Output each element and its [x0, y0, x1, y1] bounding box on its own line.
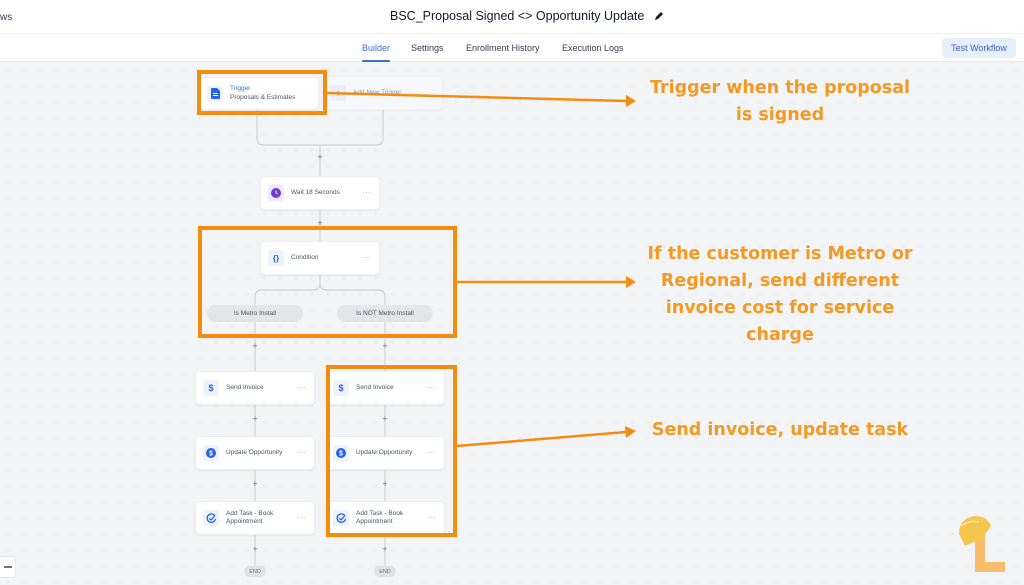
- step-more-menu[interactable]: ···: [298, 385, 307, 392]
- end-marker: END: [244, 566, 266, 577]
- add-task-label: Add Task - Book Appointment: [226, 509, 274, 525]
- add-step-button[interactable]: +: [250, 544, 260, 554]
- branch-is-not-metro-install[interactable]: Is NOT Metro Install: [337, 305, 433, 322]
- add-step-button[interactable]: +: [250, 341, 260, 351]
- end-marker: END: [374, 566, 396, 577]
- dollar-circle-icon: $: [333, 445, 349, 461]
- add-step-button[interactable]: +: [380, 341, 390, 351]
- svg-text:$: $: [209, 451, 213, 458]
- minus-icon: [3, 566, 12, 568]
- condition-node[interactable]: {} Condition ···: [260, 241, 380, 275]
- step-more-menu[interactable]: ···: [298, 450, 307, 457]
- step-more-menu[interactable]: ···: [428, 385, 437, 392]
- update-opportunity-node[interactable]: $ Update Opportunity ···: [195, 436, 315, 470]
- tab-settings[interactable]: Settings: [411, 43, 444, 53]
- tab-builder[interactable]: Builder: [362, 43, 391, 62]
- logo-icon: [959, 516, 1005, 572]
- add-step-button[interactable]: +: [250, 414, 260, 424]
- trigger-subtitle: Proposals & Estimates: [230, 93, 296, 101]
- wait-more-menu[interactable]: ···: [363, 190, 372, 197]
- dollar-icon: $: [203, 380, 219, 396]
- trigger-node[interactable]: Trigger Proposals & Estimates: [199, 77, 319, 110]
- send-invoice-node[interactable]: $ Send Invoice ···: [195, 371, 315, 405]
- send-invoice-node[interactable]: $ Send Invoice ···: [325, 371, 445, 405]
- dollar-circle-icon: $: [203, 445, 219, 461]
- task-check-icon: [333, 510, 349, 526]
- task-check-icon: [203, 510, 219, 526]
- add-new-trigger-node[interactable]: + Add New Trigger: [322, 76, 443, 110]
- condition-label: Condition: [291, 253, 319, 261]
- add-task-label: Add Task - Book Appointment: [356, 509, 404, 525]
- add-task-node[interactable]: Add Task - Book Appointment ···: [325, 501, 445, 535]
- add-step-button[interactable]: +: [380, 479, 390, 489]
- workflow-title: BSC_Proposal Signed <> Opportunity Updat…: [390, 9, 645, 23]
- trigger-label: Trigger Proposals & Estimates: [230, 85, 295, 102]
- dollar-icon: $: [333, 380, 349, 396]
- add-step-button[interactable]: +: [250, 479, 260, 489]
- tab-bar: Builder Settings Enrollment History Exec…: [0, 34, 1024, 62]
- annotation-condition: If the customer is Metro or Regional, se…: [647, 244, 913, 345]
- top-bar: ws BSC_Proposal Signed <> Opportunity Up…: [0, 0, 1024, 34]
- update-opportunity-label: Update Opportunity: [356, 448, 413, 456]
- update-opportunity-label: Update Opportunity: [226, 448, 283, 456]
- step-more-menu[interactable]: ···: [298, 515, 307, 522]
- update-opportunity-node[interactable]: $ Update Opportunity ···: [325, 436, 445, 470]
- braces-icon: {}: [268, 250, 284, 266]
- wait-label: Wait 18 Seconds: [291, 188, 340, 196]
- tab-enrollment-history[interactable]: Enrollment History: [466, 43, 540, 53]
- add-step-button[interactable]: +: [315, 152, 325, 162]
- add-new-trigger-label: Add New Trigger: [353, 88, 402, 96]
- annotation-actions: Send invoice, update task: [651, 420, 909, 440]
- pencil-icon[interactable]: [654, 11, 664, 21]
- condition-more-menu[interactable]: ···: [363, 255, 372, 262]
- plus-icon: +: [330, 85, 346, 101]
- zoom-out-button[interactable]: [0, 556, 16, 578]
- add-step-button[interactable]: +: [380, 414, 390, 424]
- annotation-trigger: Trigger when the proposal is signed: [649, 78, 911, 125]
- back-to-workflows-link[interactable]: ws: [0, 12, 12, 23]
- workflow-title-group: BSC_Proposal Signed <> Opportunity Updat…: [390, 9, 664, 23]
- trigger-title: Trigger: [230, 85, 251, 93]
- svg-text:$: $: [339, 451, 343, 458]
- send-invoice-label: Send Invoice: [226, 383, 264, 391]
- add-task-node[interactable]: Add Task - Book Appointment ···: [195, 501, 315, 535]
- step-more-menu[interactable]: ···: [428, 450, 437, 457]
- document-icon: [207, 85, 223, 102]
- clock-icon: [268, 185, 284, 201]
- step-more-menu[interactable]: ···: [428, 515, 437, 522]
- add-step-button[interactable]: +: [315, 218, 325, 228]
- tab-execution-logs[interactable]: Execution Logs: [562, 43, 624, 53]
- wait-node[interactable]: Wait 18 Seconds ···: [260, 176, 380, 210]
- send-invoice-label: Send Invoice: [356, 383, 394, 391]
- add-step-button[interactable]: +: [380, 544, 390, 554]
- branch-is-metro-install[interactable]: Is Metro Install: [207, 305, 303, 322]
- test-workflow-button[interactable]: Test Workflow: [942, 38, 1016, 58]
